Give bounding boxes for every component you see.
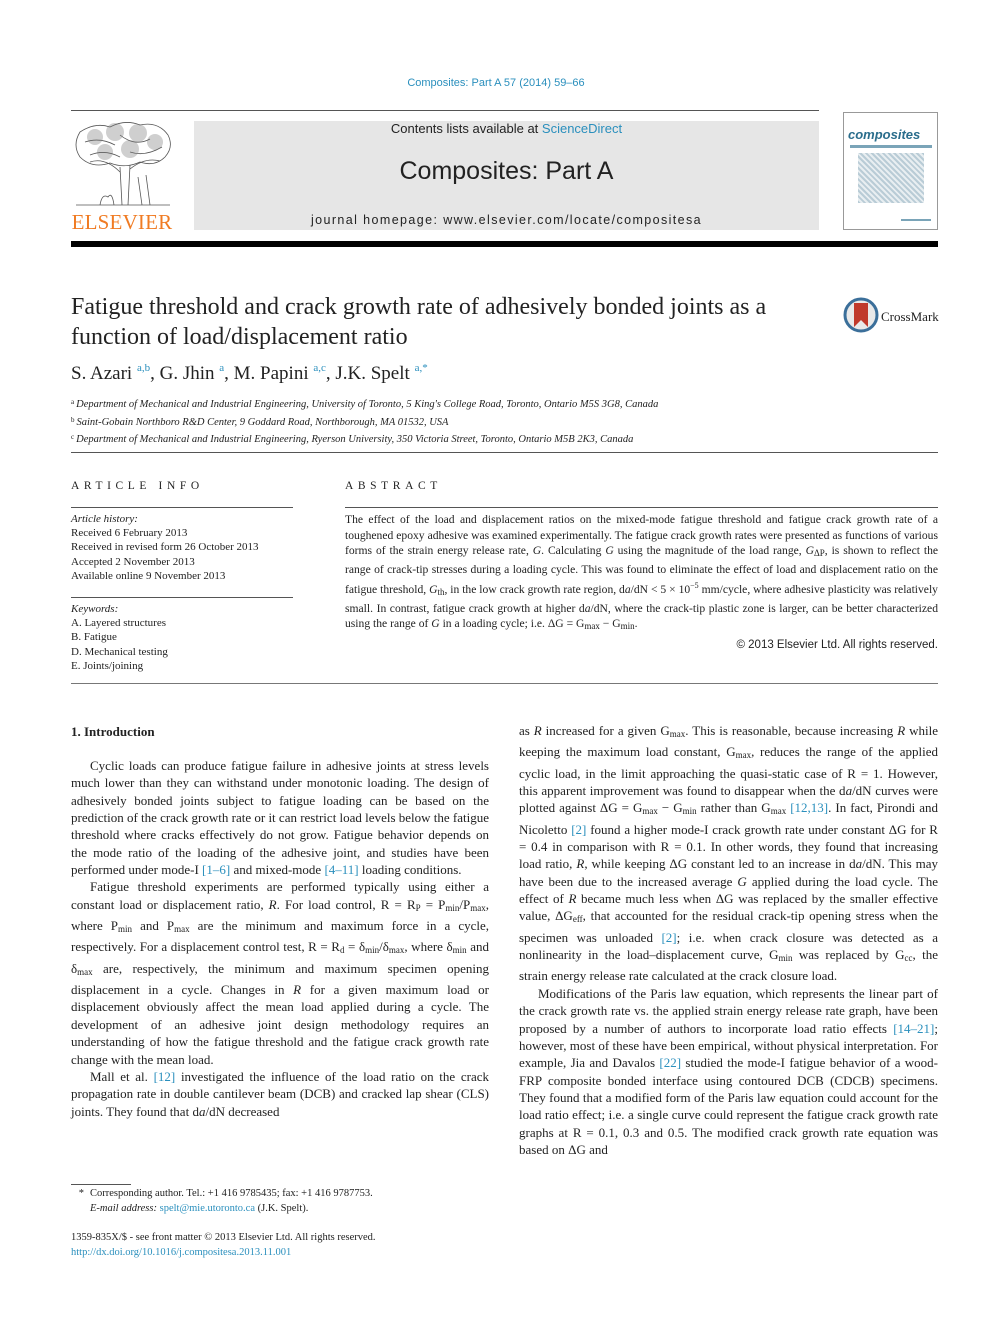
- citation-link[interactable]: [12]: [154, 1069, 176, 1084]
- header-rule: [71, 110, 819, 111]
- crossmark-label: CrossMark: [881, 309, 939, 324]
- journal-masthead: Contents lists available at ScienceDirec…: [194, 121, 819, 230]
- citation-link[interactable]: [12,13]: [790, 800, 828, 815]
- affiliation-item: b Saint-Gobain Northboro R&D Center, 9 Go…: [71, 415, 449, 428]
- doi-link[interactable]: http://dx.doi.org/10.1016/j.compositesa.…: [71, 1247, 291, 1258]
- article-title: Fatigue threshold and crack growth rate …: [71, 294, 767, 350]
- header-thick-rule: [71, 241, 938, 247]
- footnote-rule: [71, 1184, 131, 1185]
- email-line: E-mail address: spelt@mie.utoronto.ca (J…: [90, 1203, 309, 1214]
- crossmark-icon: [843, 297, 879, 333]
- tree-icon: [75, 122, 171, 206]
- body-column-left: Cyclic loads can produce fatigue failure…: [71, 757, 489, 1120]
- affiliations: a Department of Mechanical and Industrial…: [71, 395, 941, 448]
- history-item: Available online 9 November 2013: [71, 569, 226, 582]
- keyword-item: A. Layered structures: [71, 617, 166, 630]
- footnote: * Corresponding author. Tel.: +1 416 9785…: [71, 1186, 491, 1216]
- email-link[interactable]: spelt@mie.utoronto.ca: [160, 1203, 255, 1214]
- journal-cover-thumbnail[interactable]: composites: [843, 112, 938, 230]
- author-name[interactable]: M. Papini: [234, 363, 309, 384]
- keyword-item: E. Joints/joining: [71, 659, 144, 672]
- citation-link[interactable]: [4–11]: [324, 862, 358, 877]
- author-list: S. Azari a,b, G. Jhin a, M. Papini a,c, …: [71, 362, 428, 384]
- corresponding-author-note: * Corresponding author. Tel.: +1 416 9785…: [71, 1186, 491, 1201]
- divider: [71, 683, 938, 684]
- paragraph: Fatigue threshold experiments are perfor…: [71, 879, 489, 1067]
- author-affiliation-ref[interactable]: a,c: [313, 362, 326, 374]
- crossmark-badge[interactable]: CrossMark: [843, 297, 943, 335]
- affiliation-item: a Department of Mechanical and Industrial…: [71, 398, 659, 410]
- contents-prefix: Contents lists available at: [390, 121, 542, 136]
- affiliation-item: c Department of Mechanical and Industrial…: [71, 433, 634, 445]
- section-heading: 1. Introduction: [71, 724, 155, 739]
- divider: [71, 452, 938, 453]
- article-info-heading: ARTICLE INFO: [71, 480, 204, 492]
- history-label: Article history:: [71, 513, 138, 525]
- body-column-right: as R increased for a given Gmax. This is…: [519, 722, 938, 1158]
- divider: [71, 507, 293, 508]
- history-item: Received in revised form 26 October 2013: [71, 541, 259, 554]
- divider: [345, 507, 938, 508]
- author-name[interactable]: S. Azari: [71, 363, 132, 384]
- paragraph: Cyclic loads can produce fatigue failure…: [71, 758, 489, 878]
- contents-line: Contents lists available at ScienceDirec…: [194, 121, 819, 136]
- citation-link[interactable]: [14–21]: [893, 1021, 934, 1036]
- sciencedirect-link[interactable]: ScienceDirect: [542, 121, 622, 136]
- cover-footer: [901, 219, 931, 221]
- keyword-item: D. Mechanical testing: [71, 645, 168, 658]
- keyword-item: B. Fatigue: [71, 631, 117, 644]
- cover-subtitle: [850, 145, 932, 148]
- paragraph: Mall et al. [12] investigated the influe…: [71, 1068, 489, 1119]
- author-affiliation-ref[interactable]: a,b: [137, 362, 150, 374]
- citation-link[interactable]: [2]: [571, 822, 586, 837]
- history-item: Accepted 2 November 2013: [71, 555, 195, 568]
- elsevier-wordmark: ELSEVIER: [71, 210, 173, 234]
- author-name[interactable]: J.K. Spelt: [335, 363, 409, 384]
- cover-artwork: [858, 153, 924, 203]
- keywords: Keywords: A. Layered structures B. Fatig…: [71, 602, 293, 673]
- issn-block: 1359-835X/$ - see front matter © 2013 El…: [71, 1230, 491, 1260]
- journal-name: Composites: Part A: [399, 157, 614, 185]
- author-affiliation-ref[interactable]: a,*: [415, 362, 428, 374]
- journal-homepage[interactable]: journal homepage: www.elsevier.com/locat…: [194, 213, 819, 227]
- elsevier-logo[interactable]: ELSEVIER: [70, 117, 174, 235]
- abstract-text: The effect of the load and displacement …: [345, 513, 939, 632]
- article-history: Article history: Received 6 February 201…: [71, 512, 293, 583]
- citation-link[interactable]: [1–6]: [202, 862, 230, 877]
- journal-citation-link[interactable]: Composites: Part A 57 (2014) 59–66: [0, 77, 992, 89]
- history-item: Received 6 February 2013: [71, 527, 188, 540]
- issn-line: 1359-835X/$ - see front matter © 2013 El…: [71, 1232, 376, 1243]
- asterisk-marker: *: [78, 1188, 84, 1199]
- citation-link[interactable]: [2]: [661, 930, 676, 945]
- keywords-label: Keywords:: [71, 603, 119, 615]
- abstract-heading: ABSTRACT: [345, 480, 442, 492]
- paragraph: Modifications of the Paris law equation,…: [519, 985, 939, 1157]
- citation-link[interactable]: [22]: [659, 1055, 681, 1070]
- copyright-notice: © 2013 Elsevier Ltd. All rights reserved…: [736, 639, 938, 651]
- divider: [71, 597, 293, 598]
- author-name[interactable]: G. Jhin: [160, 363, 215, 384]
- cover-title: composites: [848, 127, 921, 142]
- paragraph: as R increased for a given Gmax. This is…: [519, 723, 939, 984]
